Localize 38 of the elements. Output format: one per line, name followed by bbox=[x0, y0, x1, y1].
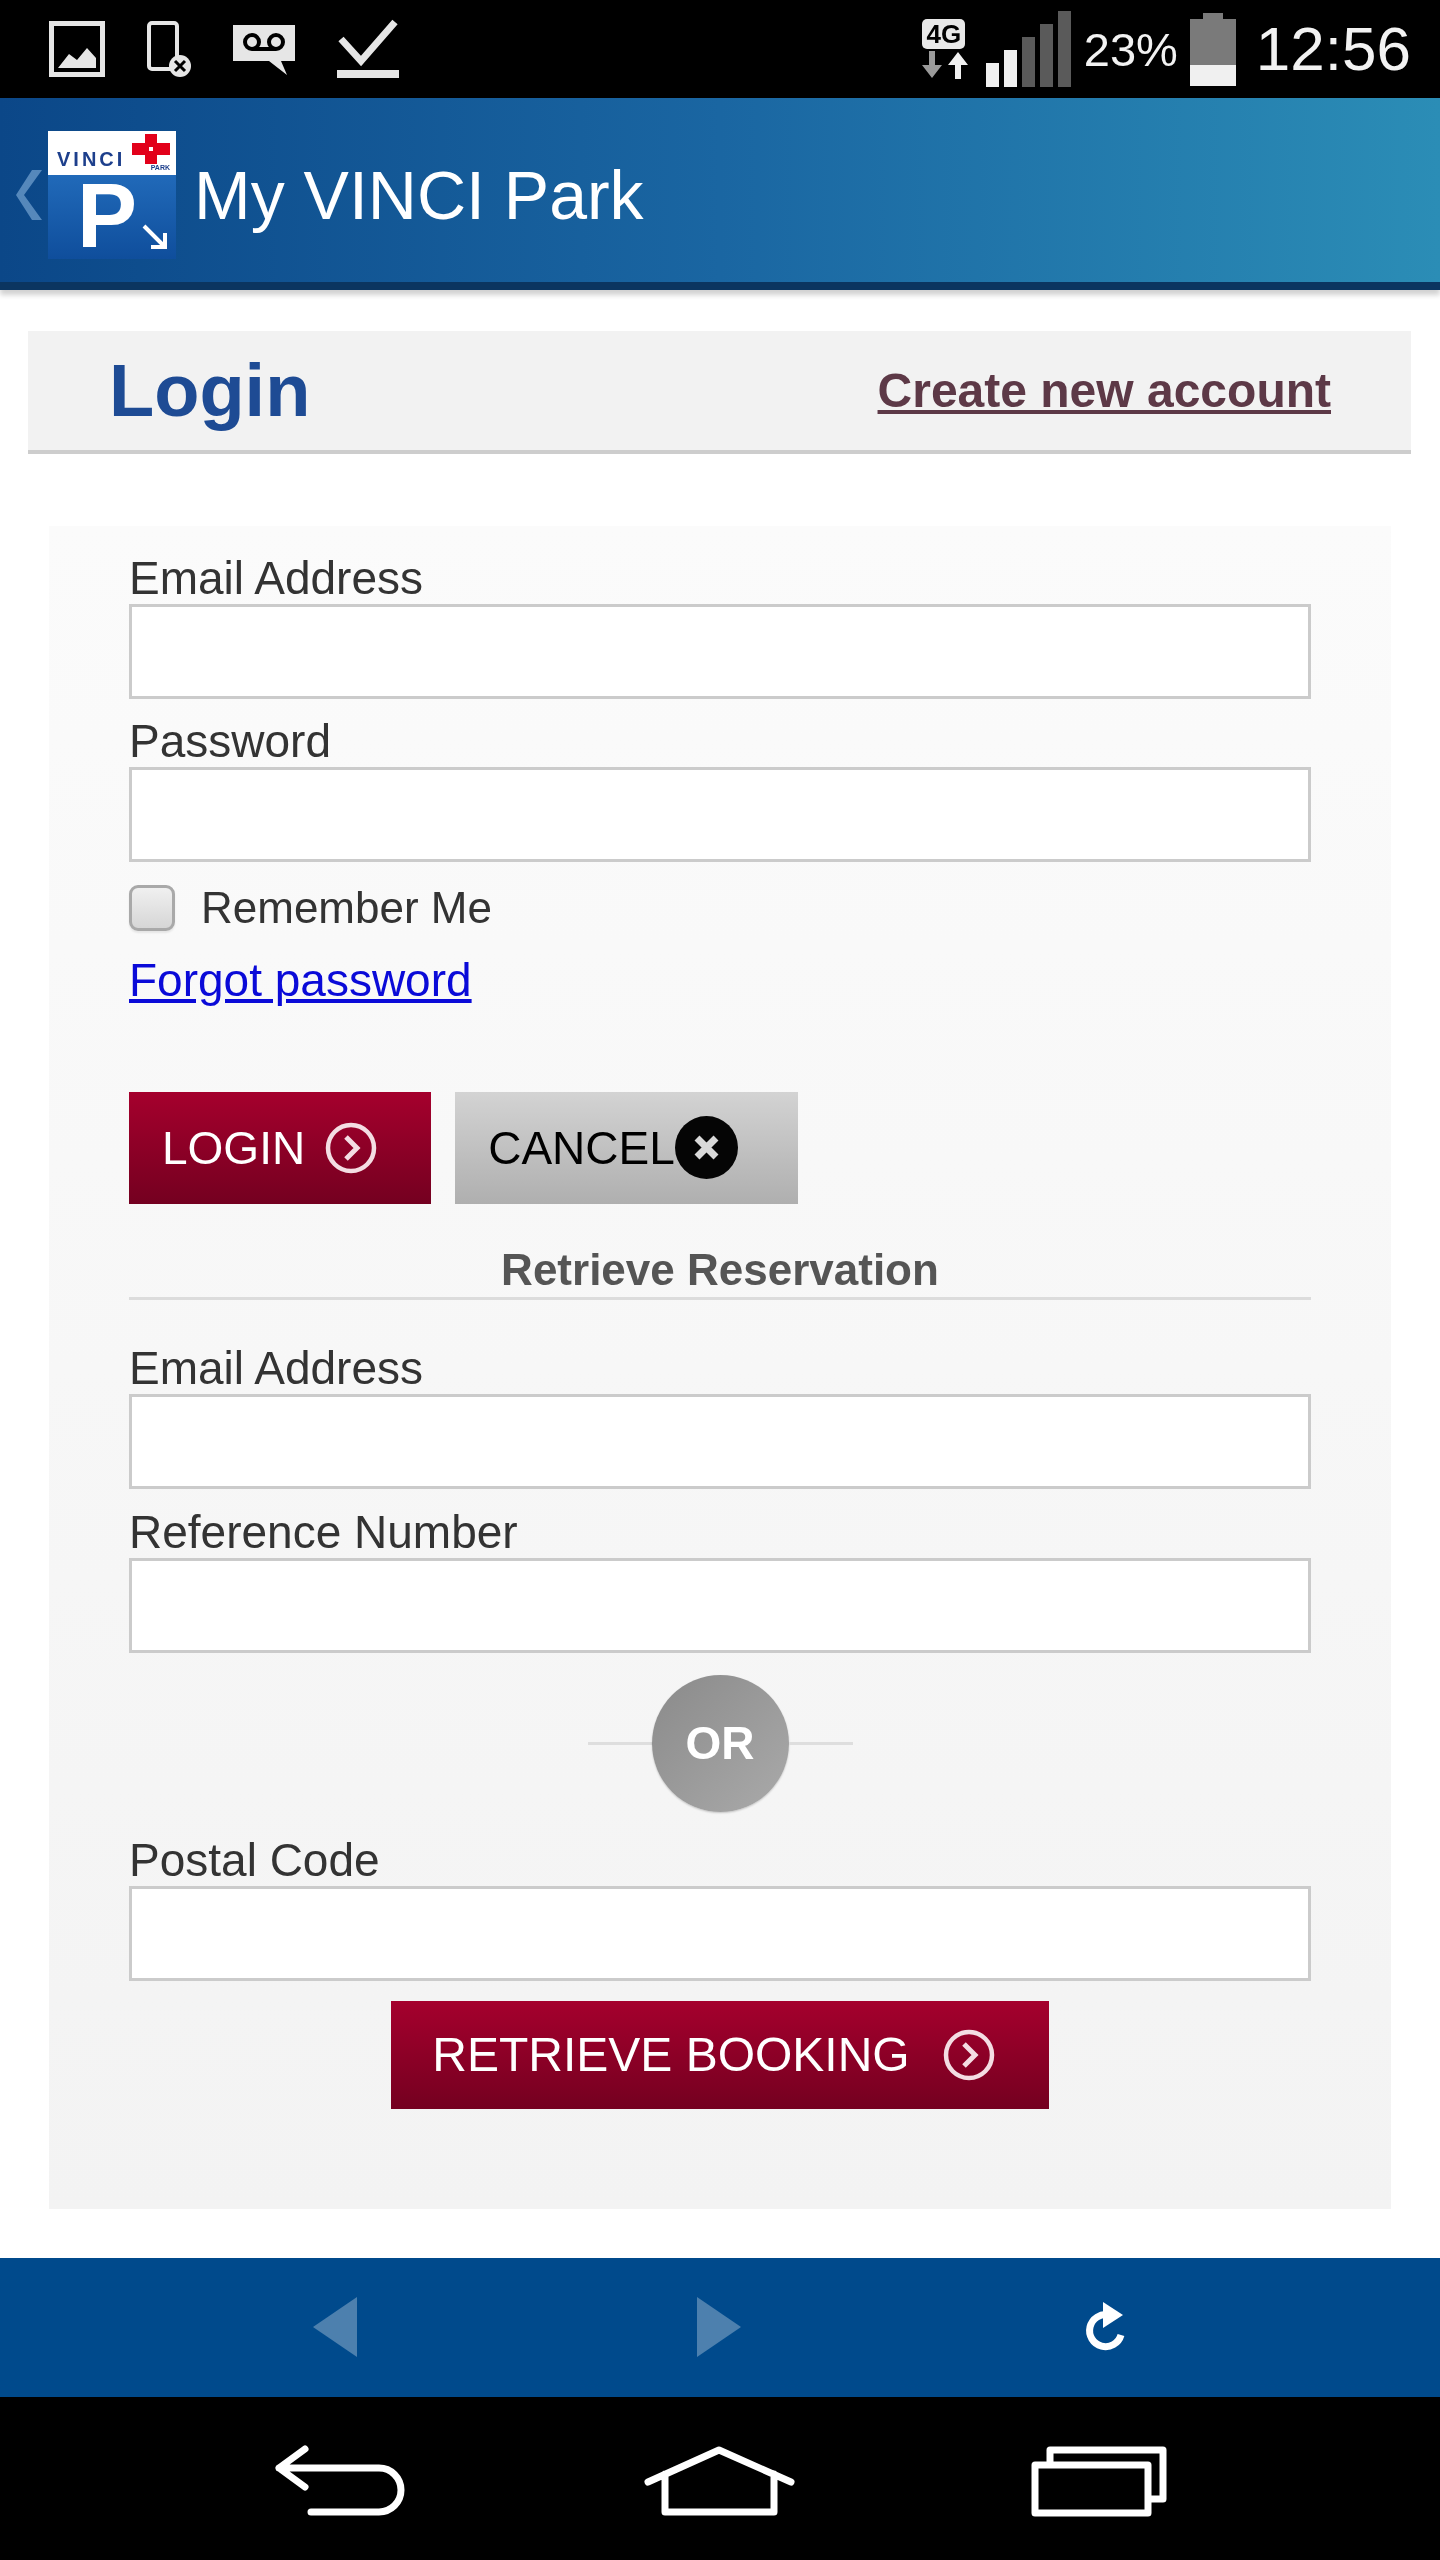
page-title: Login bbox=[109, 347, 311, 434]
chevron-circle-icon bbox=[942, 2028, 995, 2081]
input-field[interactable] bbox=[129, 1393, 1311, 1489]
signal-icon bbox=[985, 11, 1072, 87]
cross-icon bbox=[132, 134, 170, 164]
checkbox[interactable] bbox=[129, 885, 175, 932]
close-icon bbox=[674, 1116, 738, 1180]
field-label: Email Address bbox=[129, 1341, 423, 1394]
create-account-link[interactable]: Create new account bbox=[877, 362, 1331, 419]
input-field[interactable] bbox=[129, 1557, 1311, 1653]
input-field[interactable] bbox=[129, 767, 1311, 862]
chevron-circle-icon bbox=[325, 1121, 378, 1174]
network-type-label: 4G bbox=[922, 19, 966, 49]
field-label: Reference Number bbox=[129, 1505, 518, 1558]
input-field[interactable] bbox=[129, 1885, 1311, 1981]
or-separator: OR bbox=[651, 1674, 789, 1812]
cancel-button[interactable]: CANCEL bbox=[455, 1091, 798, 1204]
logo-wordmark: VINCI bbox=[57, 149, 126, 169]
phone-icon bbox=[147, 21, 191, 77]
login-button[interactable]: LOGIN bbox=[129, 1091, 432, 1204]
logo-letter: P bbox=[77, 181, 138, 251]
field-label: Email Address bbox=[129, 552, 423, 604]
arrow-icon bbox=[141, 223, 170, 251]
battery-percentage: 23% bbox=[1083, 25, 1178, 73]
field-label: Password bbox=[129, 715, 331, 767]
retrieve-booking-button[interactable]: RETRIEVE BOOKING bbox=[391, 2000, 1049, 2109]
recents-icon[interactable] bbox=[1030, 2444, 1168, 2517]
image-icon bbox=[49, 21, 105, 77]
checkmark-icon bbox=[337, 19, 399, 79]
forgot-password-link[interactable]: Forgot password bbox=[129, 953, 472, 1006]
checkbox-label: Remember Me bbox=[201, 883, 492, 934]
home-icon[interactable] bbox=[643, 2445, 796, 2516]
input-field[interactable] bbox=[129, 604, 1311, 699]
chevron-left-icon[interactable] bbox=[16, 170, 42, 220]
battery-icon bbox=[1189, 12, 1236, 86]
field-label: Postal Code bbox=[129, 1833, 380, 1886]
clock-time: 12:56 bbox=[1255, 18, 1411, 80]
section-title: Retrieve Reservation bbox=[501, 1244, 939, 1295]
